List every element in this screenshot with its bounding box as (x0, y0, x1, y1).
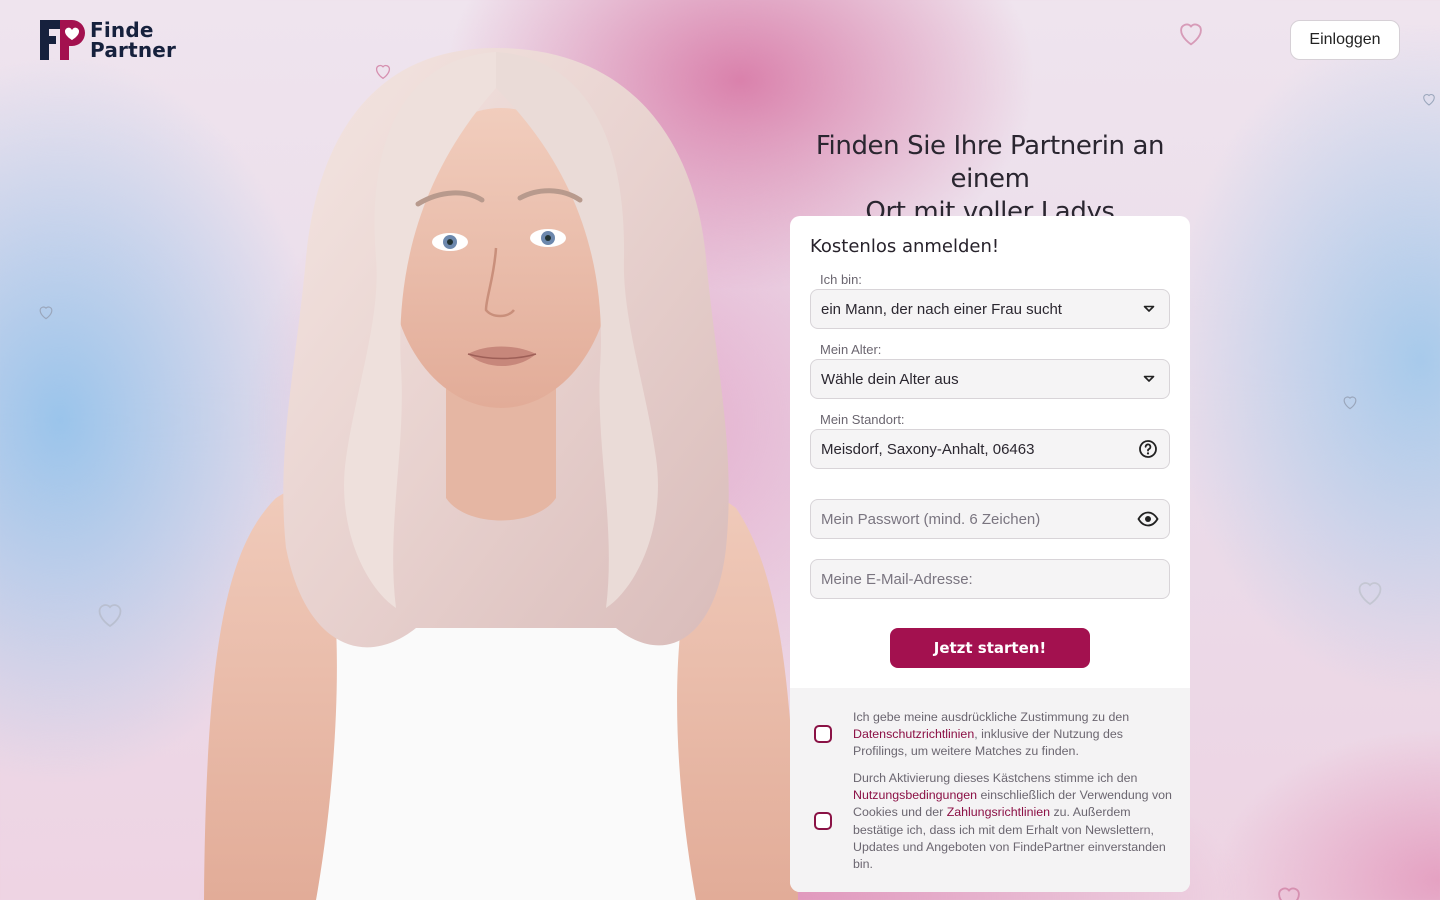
iam-label: Ich bin: (820, 272, 862, 287)
email-placeholder: Meine E-Mail-Adresse: (821, 570, 973, 588)
payment-policy-link[interactable]: Zahlungsrichtlinien (947, 805, 1050, 819)
privacy-text-before: Ich gebe meine ausdrückliche Zustimmung … (853, 710, 1130, 724)
chevron-down-icon (1139, 369, 1159, 389)
age-label: Mein Alter: (820, 342, 882, 357)
heart-outline-icon (1174, 16, 1208, 50)
location-input[interactable]: Meisdorf, Saxony-Anhalt, 06463 (810, 429, 1170, 469)
terms-of-use-link[interactable]: Nutzungsbedingungen (853, 788, 977, 802)
age-select-value: Wähle dein Alter aus (821, 370, 959, 388)
location-input-value: Meisdorf, Saxony-Anhalt, 06463 (821, 440, 1035, 458)
consent-section: Ich gebe meine ausdrückliche Zustimmung … (790, 688, 1190, 892)
heart-outline-icon (1272, 880, 1306, 900)
start-button[interactable]: Jetzt starten! (890, 628, 1090, 668)
terms-checkbox[interactable] (814, 812, 832, 830)
heart-outline-icon (1340, 392, 1360, 412)
help-circle-icon[interactable] (1137, 438, 1159, 460)
chevron-down-icon (1139, 299, 1159, 319)
heart-outline-icon (92, 596, 128, 632)
brand-logo[interactable]: Finde Partner (38, 18, 176, 62)
heart-outline-icon (36, 302, 56, 322)
brand-line1: Finde (90, 18, 154, 42)
brand-line2: Partner (90, 38, 177, 62)
heart-outline-icon (1352, 574, 1388, 610)
iam-select-value: ein Mann, der nach einer Frau sucht (821, 300, 1062, 318)
privacy-policy-link[interactable]: Datenschutzrichtlinien (853, 727, 974, 741)
hero-woman-image (204, 48, 798, 900)
email-input[interactable]: Meine E-Mail-Adresse: (810, 559, 1170, 599)
hero-headline: Finden Sie Ihre Partnerin an einem Ort m… (790, 130, 1190, 229)
brand-wordmark: Finde Partner (90, 20, 176, 60)
password-input[interactable]: Mein Passwort (mind. 6 Zeichen) (810, 499, 1170, 539)
privacy-checkbox[interactable] (814, 725, 832, 743)
signup-card: Kostenlos anmelden! Ich bin: ein Mann, d… (790, 216, 1190, 892)
signup-title: Kostenlos anmelden! (810, 236, 1000, 257)
terms-text-before: Durch Aktivierung dieses Kästchens stimm… (853, 771, 1138, 785)
heart-outline-icon (1420, 90, 1438, 108)
login-button[interactable]: Einloggen (1290, 20, 1400, 60)
location-label: Mein Standort: (820, 412, 905, 427)
privacy-consent-text: Ich gebe meine ausdrückliche Zustimmung … (853, 709, 1175, 761)
eye-icon[interactable] (1137, 508, 1159, 530)
heart-logo-icon (40, 20, 85, 60)
terms-consent-text: Durch Aktivierung dieses Kästchens stimm… (853, 770, 1175, 873)
password-placeholder: Mein Passwort (mind. 6 Zeichen) (821, 510, 1041, 528)
age-select[interactable]: Wähle dein Alter aus (810, 359, 1170, 399)
iam-select[interactable]: ein Mann, der nach einer Frau sucht (810, 289, 1170, 329)
headline-line1: Finden Sie Ihre Partnerin an einem (815, 131, 1165, 194)
